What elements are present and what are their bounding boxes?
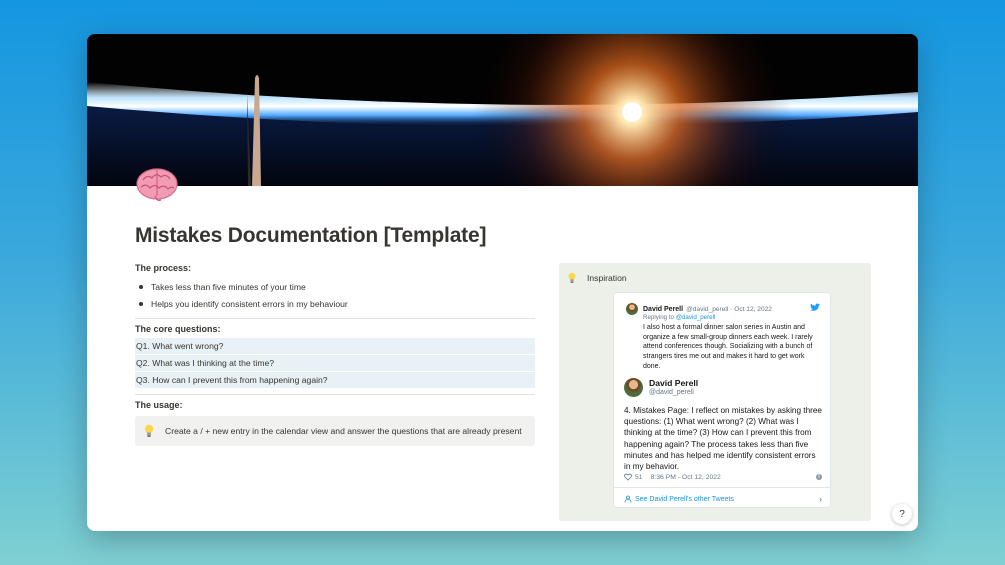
usage-callout[interactable]: Create a / + new entry in the calendar v… [135, 416, 535, 446]
callout-text: Create a / + new entry in the calendar v… [165, 426, 522, 436]
tweet-timestamp[interactable]: 8:36 PM - Oct 12, 2022 [651, 474, 721, 481]
bullet-dot [139, 301, 143, 306]
process-list: Takes less than five minutes of your tim… [135, 278, 535, 312]
replying-to: Replying to @david_perell [643, 314, 715, 321]
info-icon[interactable]: i [816, 474, 822, 480]
main-tweet-header: David Perell @david_perell [624, 378, 698, 397]
inspiration-header: Inspiration [567, 272, 627, 284]
list-item[interactable]: Helps you identify consistent errors in … [135, 295, 535, 312]
chevron-right-icon: › [819, 494, 822, 504]
inspiration-heading: Inspiration [587, 273, 627, 283]
process-heading: The process: [135, 263, 192, 273]
reply-tweet-text: I also host a formal dinner salon series… [643, 324, 813, 370]
heart-icon[interactable] [624, 473, 632, 481]
author-handle: @david_perell [649, 389, 694, 396]
notion-page-window: Mistakes Documentation [Template] The pr… [87, 34, 918, 531]
tweet-meta: @david_perell · Oct 12, 2022 [686, 305, 772, 313]
see-more-tweets-link[interactable]: See David Perell's other Tweets › [624, 494, 822, 504]
inspiration-callout[interactable]: Inspiration David Perell @david_perell ·… [559, 263, 871, 521]
see-more-label: See David Perell's other Tweets [635, 495, 734, 503]
content-left-column: The process: Takes less than five minute… [135, 263, 535, 446]
core-questions-list: Q1. What went wrong? Q2. What was I thin… [135, 338, 535, 388]
tweet-embed[interactable]: David Perell @david_perell · Oct 12, 202… [613, 292, 831, 508]
main-tweet-text: 4. Mistakes Page: I reflect on mistakes … [624, 406, 822, 472]
divider [614, 487, 830, 488]
list-item[interactable]: Takes less than five minutes of your tim… [135, 278, 535, 295]
author-block[interactable]: David Perell @david_perell [649, 378, 698, 397]
brain-icon[interactable] [135, 166, 179, 204]
list-item-text: Helps you identify consistent errors in … [151, 298, 348, 309]
bullet-dot [139, 284, 143, 289]
cover-image[interactable] [87, 34, 918, 186]
help-button[interactable]: ? [892, 504, 912, 524]
author-name: David Perell [649, 378, 699, 388]
avatar[interactable] [626, 303, 638, 315]
core-questions-heading: The core questions: [135, 324, 221, 334]
usage-heading: The usage: [135, 400, 183, 410]
replying-handle[interactable]: @david_perell [676, 314, 716, 321]
twitter-bird-icon[interactable] [810, 303, 820, 312]
author-name[interactable]: David Perell [643, 306, 683, 313]
avatar[interactable] [624, 378, 643, 397]
lightbulb-icon [144, 424, 154, 437]
tweet-meta-row: 51 8:36 PM - Oct 12, 2022 i [624, 473, 822, 481]
divider [135, 394, 535, 395]
list-item-text: Takes less than five minutes of your tim… [151, 281, 306, 292]
question-row[interactable]: Q2. What was I thinking at the time? [135, 355, 535, 371]
divider [135, 318, 535, 319]
page-title[interactable]: Mistakes Documentation [Template] [135, 224, 486, 248]
lightbulb-icon [568, 272, 576, 283]
user-icon [624, 495, 632, 503]
replying-prefix: Replying to [643, 314, 676, 321]
question-row[interactable]: Q3. How can I prevent this from happenin… [135, 372, 535, 388]
earth-horizon-image [87, 34, 918, 186]
like-count[interactable]: 51 [635, 474, 643, 481]
question-row[interactable]: Q1. What went wrong? [135, 338, 535, 354]
